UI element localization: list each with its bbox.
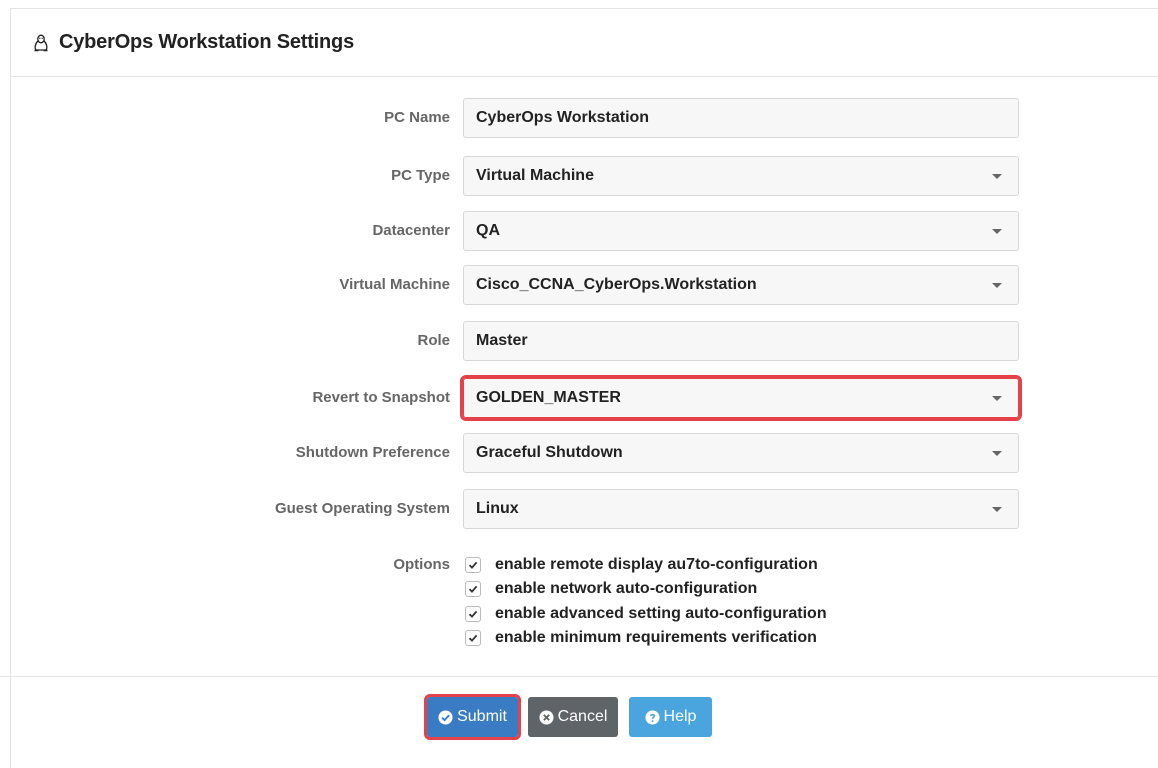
revert-snapshot-label: Revert to Snapshot bbox=[312, 389, 450, 406]
role-input[interactable]: Master bbox=[463, 321, 1019, 361]
shutdown-preference-select[interactable]: Graceful Shutdown bbox=[463, 433, 1019, 473]
option-remote-display[interactable]: enable remote display au7to-configuratio… bbox=[465, 553, 818, 577]
virtual-machine-value: Cisco_CCNA_CyberOps.Workstation bbox=[476, 276, 757, 293]
check-circle-icon bbox=[438, 709, 453, 725]
option-network[interactable]: enable network auto-configuration bbox=[465, 577, 757, 601]
option-text: enable minimum requirements verification bbox=[495, 629, 817, 646]
caret-down-icon bbox=[992, 507, 1002, 512]
checkbox[interactable] bbox=[465, 557, 481, 573]
checkbox[interactable] bbox=[465, 630, 481, 646]
close-circle-icon bbox=[539, 709, 554, 725]
check-icon bbox=[468, 561, 478, 569]
help-label: Help bbox=[663, 708, 697, 725]
guest-os-label: Guest Operating System bbox=[274, 500, 450, 517]
row-revert-snapshot: Revert to Snapshot GOLDEN_MASTER bbox=[0, 375, 1158, 421]
option-text: enable remote display au7to-configuratio… bbox=[495, 556, 818, 573]
form-footer: Submit Cancel Help bbox=[0, 676, 1158, 740]
row-role: Role Master bbox=[0, 321, 1158, 361]
caret-down-icon bbox=[992, 451, 1002, 456]
check-icon bbox=[468, 610, 478, 618]
check-icon bbox=[468, 585, 478, 593]
caret-down-icon bbox=[992, 283, 1002, 288]
guest-os-value: Linux bbox=[476, 500, 519, 517]
option-text: enable network auto-configuration bbox=[495, 580, 758, 597]
revert-snapshot-value: GOLDEN_MASTER bbox=[476, 389, 621, 406]
revert-snapshot-select[interactable]: GOLDEN_MASTER bbox=[460, 375, 1022, 421]
row-guest-os: Guest Operating System Linux bbox=[0, 489, 1158, 529]
option-text: enable advanced setting auto-configurati… bbox=[495, 605, 827, 622]
page-title: CyberOps Workstation Settings bbox=[59, 31, 354, 53]
row-shutdown-preference: Shutdown Preference Graceful Shutdown bbox=[0, 433, 1158, 473]
cancel-button[interactable]: Cancel bbox=[528, 697, 618, 737]
help-button[interactable]: Help bbox=[629, 697, 712, 737]
option-advanced-setting[interactable]: enable advanced setting auto-configurati… bbox=[465, 602, 827, 626]
datacenter-select[interactable]: QA bbox=[463, 211, 1019, 251]
datacenter-label: Datacenter bbox=[372, 222, 450, 239]
checkbox[interactable] bbox=[465, 581, 481, 597]
pc-type-label: PC Type bbox=[391, 167, 450, 184]
virtual-machine-select[interactable]: Cisco_CCNA_CyberOps.Workstation bbox=[463, 265, 1019, 305]
submit-button[interactable]: Submit bbox=[424, 694, 521, 740]
shutdown-preference-label: Shutdown Preference bbox=[295, 444, 450, 461]
guest-os-select[interactable]: Linux bbox=[463, 489, 1019, 529]
shutdown-preference-value: Graceful Shutdown bbox=[476, 444, 623, 461]
caret-down-icon bbox=[992, 174, 1002, 179]
row-datacenter: Datacenter QA bbox=[0, 211, 1158, 251]
options-label: Options bbox=[393, 556, 450, 573]
option-min-requirements[interactable]: enable minimum requirements verification bbox=[465, 626, 817, 650]
submit-label: Submit bbox=[457, 708, 507, 725]
check-icon bbox=[468, 634, 478, 642]
pc-type-select[interactable]: Virtual Machine bbox=[463, 156, 1019, 196]
row-virtual-machine: Virtual Machine Cisco_CCNA_CyberOps.Work… bbox=[0, 265, 1158, 305]
caret-down-icon bbox=[992, 229, 1002, 234]
datacenter-value: QA bbox=[476, 222, 500, 239]
row-pc-name: PC Name CyberOps Workstation bbox=[0, 98, 1158, 138]
pc-type-value: Virtual Machine bbox=[476, 167, 594, 184]
panel-header: CyberOps Workstation Settings bbox=[11, 9, 1158, 77]
caret-down-icon bbox=[992, 396, 1002, 401]
question-circle-icon bbox=[645, 709, 660, 725]
virtual-machine-label: Virtual Machine bbox=[339, 276, 450, 293]
pc-name-input[interactable]: CyberOps Workstation bbox=[463, 98, 1019, 138]
row-pc-type: PC Type Virtual Machine bbox=[0, 156, 1158, 196]
linux-penguin-icon bbox=[33, 34, 49, 52]
role-label: Role bbox=[417, 332, 450, 349]
pc-name-label: PC Name bbox=[384, 109, 450, 126]
cancel-label: Cancel bbox=[557, 708, 608, 725]
checkbox[interactable] bbox=[465, 606, 481, 622]
